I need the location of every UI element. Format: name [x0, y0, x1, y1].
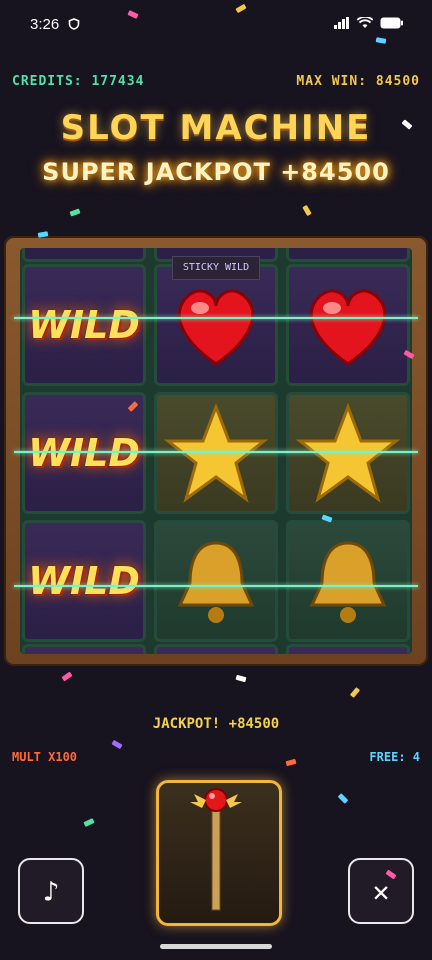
max-win-label: MAX WIN: 84500	[296, 74, 420, 89]
signal-icon	[334, 17, 349, 29]
wild-symbol: WILD	[28, 303, 140, 347]
heart-icon	[177, 289, 255, 366]
bell-icon	[309, 541, 387, 623]
shield-icon	[68, 18, 80, 30]
close-icon: ✕	[372, 874, 390, 908]
reel-cell-bell	[154, 520, 278, 642]
payline	[14, 451, 418, 453]
free-spins-label: FREE: 4	[369, 750, 420, 764]
confetti-piece	[83, 818, 95, 827]
jackpot-banner: SUPER JACKPOT +84500	[42, 158, 390, 186]
star-icon	[164, 403, 268, 503]
battery-icon	[380, 17, 403, 29]
lever-icon	[190, 788, 242, 911]
spin-lever-button[interactable]	[156, 780, 282, 926]
star-icon	[296, 403, 400, 503]
reel-cell-star	[286, 392, 410, 514]
heart-icon	[309, 289, 387, 366]
reel-cell-heart	[286, 248, 410, 262]
reel-cell-lemon	[286, 644, 410, 654]
confetti-piece	[111, 739, 123, 750]
reel-cell-star	[154, 392, 278, 514]
payline	[14, 585, 418, 587]
confetti-piece	[61, 671, 73, 682]
confetti-piece	[349, 687, 361, 698]
credits-label: CREDITS: 177434	[12, 74, 145, 89]
reel-cell-wild: WILD	[22, 264, 146, 386]
game-title: SLOT MACHINE	[60, 108, 372, 148]
close-button[interactable]: ✕	[348, 858, 414, 924]
bell-icon	[177, 541, 255, 623]
reel-cell-cherry	[22, 248, 146, 262]
wifi-icon	[357, 17, 373, 28]
payline	[14, 317, 418, 319]
reel-cell-heart	[286, 264, 410, 386]
reel-cell-grapes	[22, 644, 146, 654]
reel-cell-wild: WILD	[22, 520, 146, 642]
confetti-piece	[302, 204, 312, 217]
reel-cell-heart	[154, 264, 278, 386]
confetti-piece	[69, 208, 81, 217]
reel-cell-wild: WILD	[22, 392, 146, 514]
confetti-piece	[285, 758, 297, 767]
home-indicator	[160, 944, 272, 949]
wild-symbol: WILD	[28, 431, 140, 475]
confetti-piece	[235, 674, 247, 683]
confetti-piece	[337, 793, 349, 804]
reel-cell-lemon	[154, 644, 278, 654]
status-icons	[334, 17, 404, 29]
sticky-wild-label: STICKY WILD	[172, 256, 260, 280]
music-icon: ♪	[42, 874, 60, 908]
status-time: 3:26	[30, 16, 60, 33]
win-text: JACKPOT! +84500	[152, 716, 280, 732]
status-bar: 3:26	[0, 0, 432, 44]
multiplier-label: MULT X100	[12, 750, 78, 764]
reel-cell-bell	[286, 520, 410, 642]
music-button[interactable]: ♪	[18, 858, 84, 924]
wild-symbol: WILD	[28, 559, 140, 603]
